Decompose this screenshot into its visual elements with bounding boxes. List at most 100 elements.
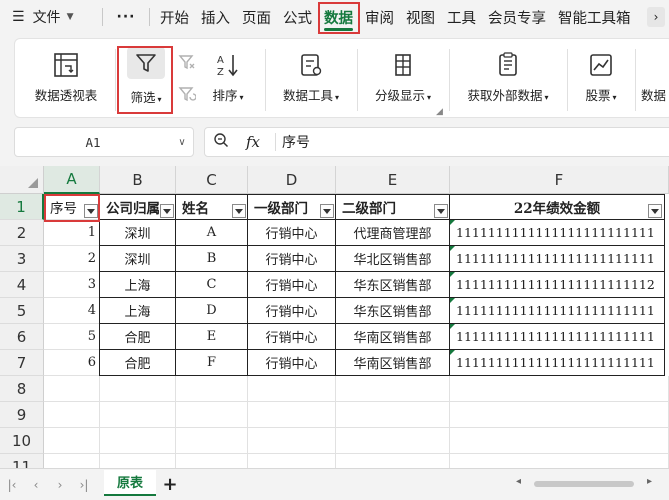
- filter-dropdown-dept1[interactable]: [320, 204, 334, 218]
- tab-insert[interactable]: 插入: [195, 0, 236, 34]
- filter-dropdown-performance[interactable]: [648, 204, 662, 218]
- column-header-e[interactable]: E: [336, 166, 450, 194]
- empty-cell[interactable]: [450, 454, 669, 468]
- table-cell[interactable]: 合肥: [100, 350, 176, 376]
- table-cell[interactable]: 华南区销售部: [336, 324, 450, 350]
- empty-cell[interactable]: [176, 402, 248, 428]
- more-button[interactable]: ···: [107, 9, 145, 25]
- empty-cell[interactable]: [100, 402, 176, 428]
- scrollbar-thumb[interactable]: [534, 481, 634, 487]
- tab-member[interactable]: 会员专享: [482, 0, 552, 34]
- empty-cell[interactable]: [176, 428, 248, 454]
- column-header-a[interactable]: A: [44, 166, 100, 194]
- outline-button[interactable]: 分级显示 ▾: [363, 39, 443, 119]
- insert-function-icon[interactable]: fx: [237, 133, 269, 151]
- empty-cell[interactable]: [336, 454, 450, 468]
- row-header-8[interactable]: 8: [0, 376, 44, 402]
- table-cell[interactable]: 1111111111111111111111111: [450, 350, 665, 376]
- table-cell[interactable]: 1: [44, 220, 100, 246]
- spreadsheet-grid[interactable]: A B C D E F 1 2 3 4 5 6 7 8 9 10 11 序号 公…: [0, 166, 669, 468]
- pivot-table-button[interactable]: 数据透视表: [23, 39, 109, 119]
- table-cell[interactable]: 代理商管理部: [336, 220, 450, 246]
- filter-dropdown-dept2[interactable]: [434, 204, 448, 218]
- table-cell[interactable]: 1111111111111111111111111: [450, 298, 665, 324]
- table-cell[interactable]: 5: [44, 324, 100, 350]
- zoom-icon[interactable]: [205, 132, 237, 152]
- empty-cell[interactable]: [44, 402, 100, 428]
- table-cell[interactable]: 深圳: [100, 220, 176, 246]
- column-header-c[interactable]: C: [176, 166, 248, 194]
- table-cell[interactable]: 行销中心: [248, 324, 336, 350]
- empty-cell[interactable]: [100, 428, 176, 454]
- formula-input[interactable]: 序号: [282, 132, 310, 152]
- filter-clear-icon[interactable]: [176, 51, 198, 73]
- table-cell[interactable]: F: [176, 350, 248, 376]
- row-header-3[interactable]: 3: [0, 246, 44, 272]
- row-header-9[interactable]: 9: [0, 402, 44, 428]
- next-sheet-icon[interactable]: ›: [48, 478, 72, 492]
- filter-dropdown-company[interactable]: [160, 204, 174, 218]
- table-cell[interactable]: E: [176, 324, 248, 350]
- table-cell[interactable]: 华东区销售部: [336, 272, 450, 298]
- formula-bar[interactable]: fx 序号: [204, 127, 669, 157]
- tab-formula[interactable]: 公式: [277, 0, 318, 34]
- tab-smart-tools[interactable]: 智能工具箱: [552, 0, 637, 34]
- row-header-10[interactable]: 10: [0, 428, 44, 454]
- table-cell[interactable]: 华东区销售部: [336, 298, 450, 324]
- tab-page[interactable]: 页面: [236, 0, 277, 34]
- external-data-button[interactable]: 获取外部数据 ▾: [455, 39, 561, 119]
- row-header-5[interactable]: 5: [0, 298, 44, 324]
- table-cell[interactable]: 行销中心: [248, 298, 336, 324]
- tab-tools[interactable]: 工具: [441, 0, 482, 34]
- filter-dropdown-name[interactable]: [232, 204, 246, 218]
- table-cell[interactable]: 行销中心: [248, 272, 336, 298]
- data-tools-button[interactable]: 数据工具 ▾: [271, 39, 351, 119]
- table-cell[interactable]: 合肥: [100, 324, 176, 350]
- header-cell-dept2[interactable]: 二级部门: [336, 194, 450, 220]
- row-header-1[interactable]: 1: [0, 194, 44, 220]
- empty-cell[interactable]: [100, 376, 176, 402]
- column-header-f[interactable]: F: [450, 166, 669, 194]
- empty-cell[interactable]: [450, 428, 669, 454]
- table-cell[interactable]: 1111111111111111111111111: [450, 220, 665, 246]
- table-cell[interactable]: 2: [44, 246, 100, 272]
- table-cell[interactable]: 上海: [100, 298, 176, 324]
- horizontal-scrollbar[interactable]: ◂ ▸: [512, 476, 652, 489]
- column-header-b[interactable]: B: [100, 166, 176, 194]
- table-cell[interactable]: B: [176, 246, 248, 272]
- tab-home[interactable]: 开始: [154, 0, 195, 34]
- tabs-scroll-right-button[interactable]: ›: [647, 7, 665, 27]
- dialog-launcher-icon[interactable]: ◢: [436, 107, 443, 117]
- tab-view[interactable]: 视图: [400, 0, 441, 34]
- empty-cell[interactable]: [100, 454, 176, 468]
- empty-cell[interactable]: [248, 454, 336, 468]
- empty-cell[interactable]: [248, 428, 336, 454]
- empty-cell[interactable]: [248, 376, 336, 402]
- table-cell[interactable]: 上海: [100, 272, 176, 298]
- prev-sheet-icon[interactable]: ‹: [24, 478, 48, 492]
- scroll-left-icon[interactable]: ◂: [516, 476, 521, 487]
- table-cell[interactable]: 1111111111111111111111111: [450, 324, 665, 350]
- filter-reapply-icon[interactable]: [176, 83, 198, 105]
- select-all-corner[interactable]: [0, 166, 44, 194]
- header-cell-performance[interactable]: 22年绩效金额: [450, 194, 665, 220]
- row-header-11[interactable]: 11: [0, 454, 44, 468]
- stock-button[interactable]: 股票 ▾: [573, 39, 629, 119]
- add-sheet-button[interactable]: +: [156, 474, 184, 495]
- table-cell[interactable]: 4: [44, 298, 100, 324]
- empty-cell[interactable]: [336, 376, 450, 402]
- empty-cell[interactable]: [176, 376, 248, 402]
- last-sheet-icon[interactable]: ›|: [72, 478, 96, 492]
- table-cell[interactable]: 行销中心: [248, 220, 336, 246]
- table-cell[interactable]: 行销中心: [248, 246, 336, 272]
- empty-cell[interactable]: [176, 454, 248, 468]
- table-cell[interactable]: C: [176, 272, 248, 298]
- column-header-d[interactable]: D: [248, 166, 336, 194]
- scroll-right-icon[interactable]: ▸: [647, 476, 652, 487]
- data-extra-button[interactable]: 数据: [641, 39, 669, 119]
- table-cell[interactable]: D: [176, 298, 248, 324]
- first-sheet-icon[interactable]: |‹: [0, 478, 24, 492]
- row-header-7[interactable]: 7: [0, 350, 44, 376]
- table-cell[interactable]: 华北区销售部: [336, 246, 450, 272]
- row-header-6[interactable]: 6: [0, 324, 44, 350]
